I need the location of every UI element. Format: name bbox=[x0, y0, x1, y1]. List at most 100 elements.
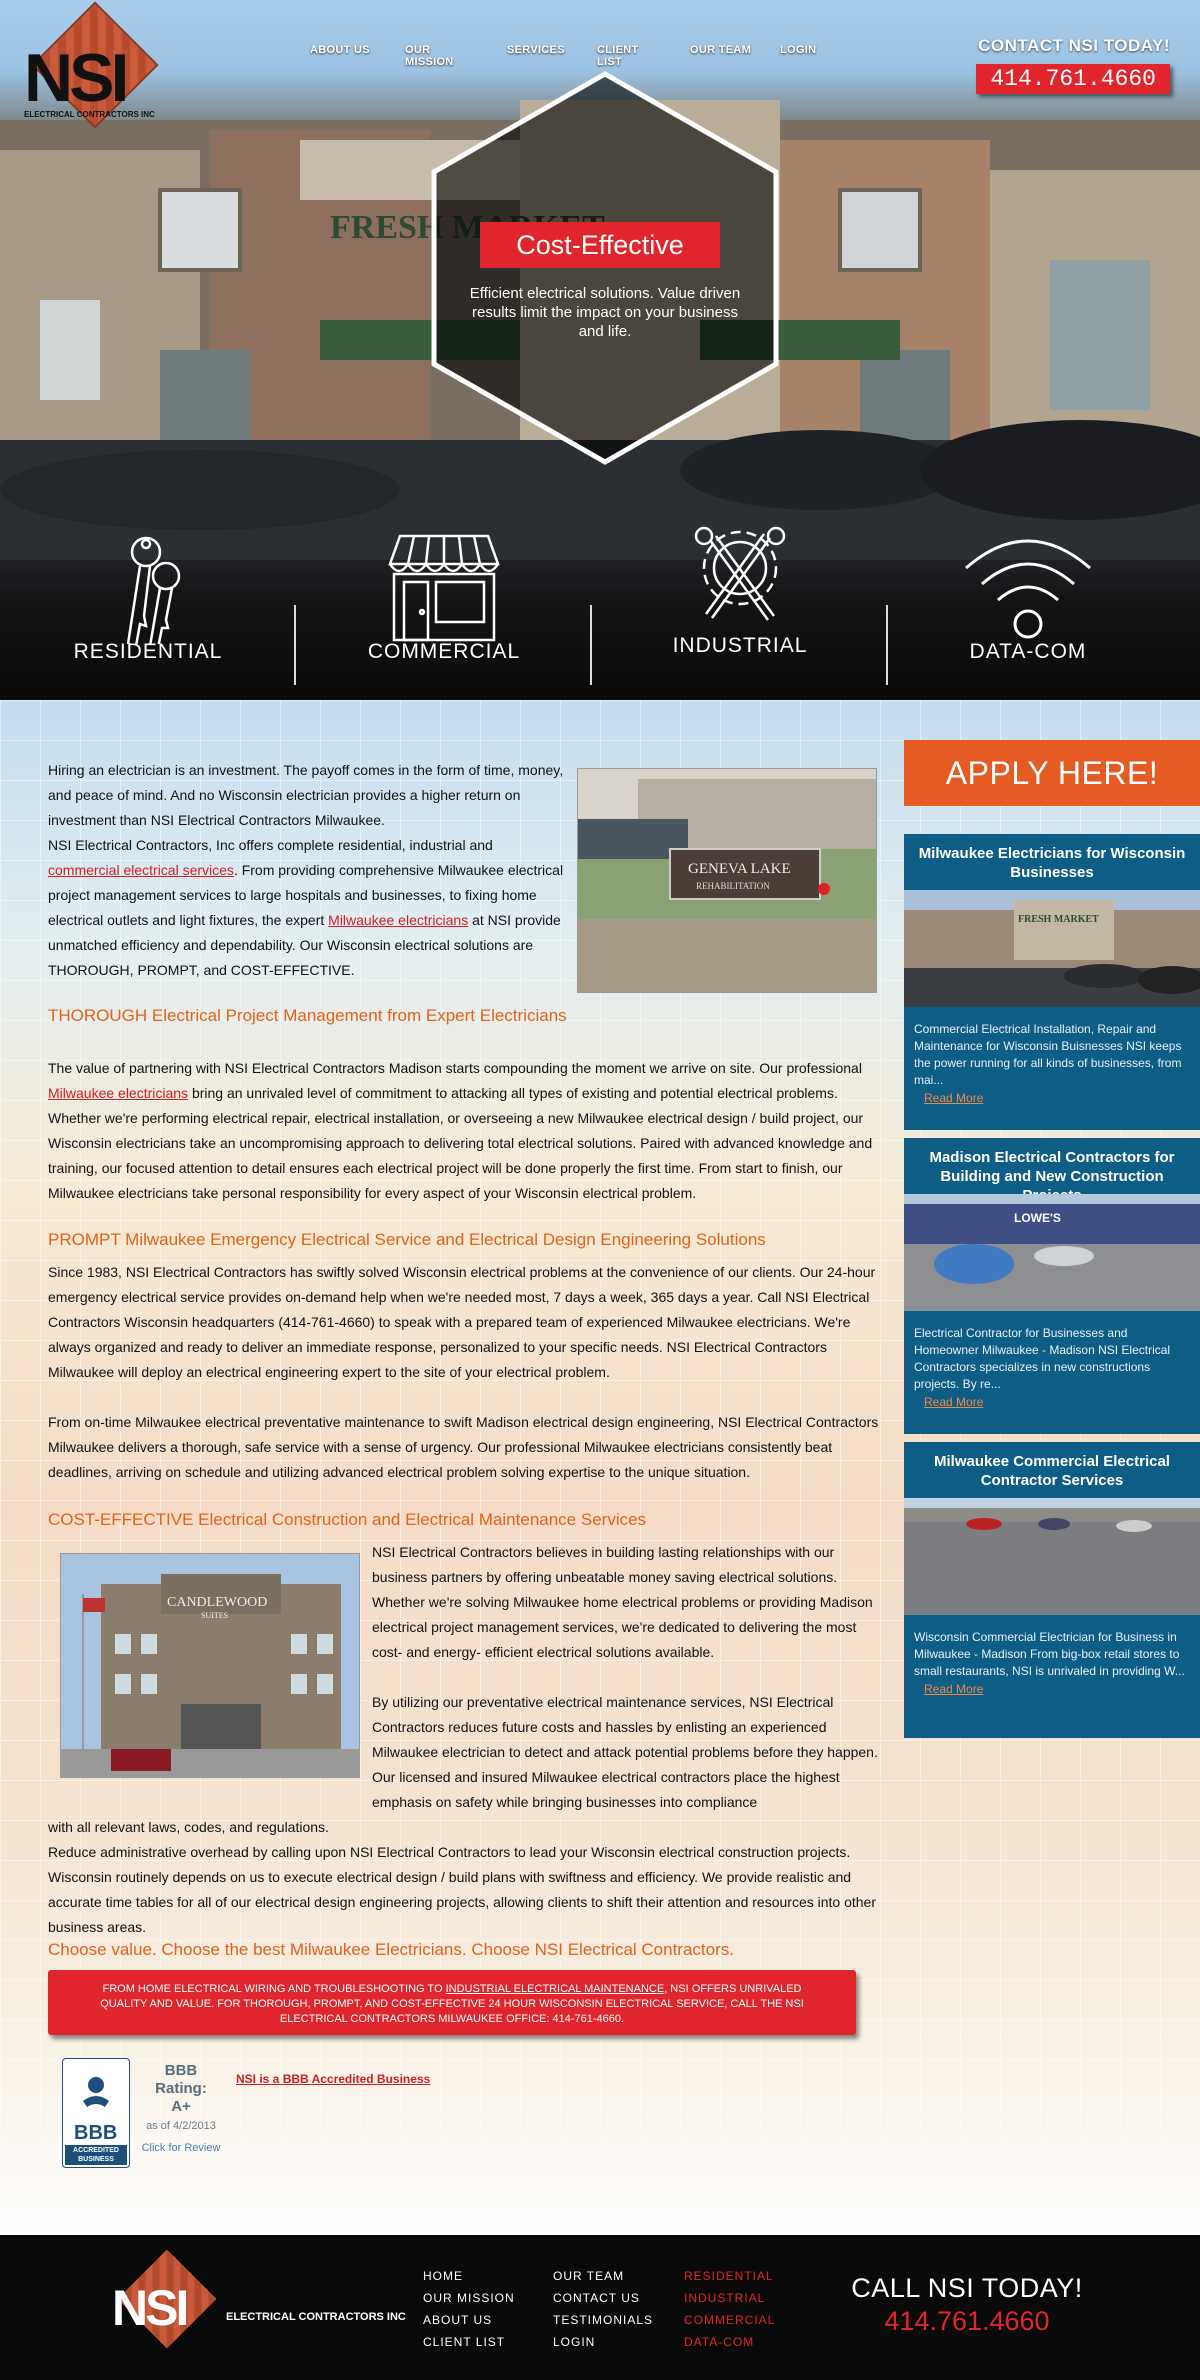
svg-text:LOWE'S: LOWE'S bbox=[1014, 1211, 1061, 1225]
card-description: Electrical Contractor for Businesses and… bbox=[914, 1326, 1171, 1391]
svg-text:BBB: BBB bbox=[74, 2122, 117, 2144]
card-title: Madison Electrical Contractors for Build… bbox=[929, 1149, 1175, 1204]
bbb-review-link[interactable]: Click for Review bbox=[136, 2142, 226, 2154]
sidebar-card-3[interactable]: Milwaukee Commercial Electrical Contract… bbox=[904, 1442, 1200, 1738]
service-label: RESIDENTIAL bbox=[73, 640, 223, 663]
read-more-link[interactable]: Read More bbox=[924, 1682, 1200, 1696]
footer-link-commercial[interactable]: COMMERCIAL bbox=[684, 2309, 775, 2331]
nav-login[interactable]: LOGIN bbox=[766, 44, 830, 68]
svg-text:FRESH MARKET: FRESH MARKET bbox=[1018, 914, 1099, 925]
service-categories: RESIDENTIAL COMMERCIAL INDUSTRIAL DATA-C… bbox=[0, 510, 1200, 700]
maintenance-paragraph: From on-time Milwaukee electrical preven… bbox=[48, 1414, 879, 1480]
card-title: Milwaukee Electricians for Wisconsin Bus… bbox=[918, 845, 1186, 881]
bbb-seal[interactable]: BBB ACCREDITED BUSINESS BBB Rating: A+ as… bbox=[60, 2056, 230, 2172]
footer-logo[interactable]: NSI ELECTRICAL CONTRACTORS INC bbox=[110, 2249, 410, 2359]
hero-text: Efficient electrical solutions. Value dr… bbox=[469, 285, 741, 340]
read-more-link[interactable]: Read More bbox=[924, 1091, 1200, 1105]
card-image: LOWE'S bbox=[904, 1194, 1200, 1311]
footer-nav-column-1: HOME OUR MISSION ABOUT US CLIENT LIST bbox=[423, 2265, 515, 2353]
footer-link-our-team[interactable]: OUR TEAM bbox=[553, 2265, 653, 2287]
nav-about-us[interactable]: ABOUT US bbox=[296, 44, 391, 68]
bbb-date: as of 4/2/2013 bbox=[146, 2120, 216, 2132]
logo-subtitle: ELECTRICAL CONTRACTORS INC bbox=[226, 2311, 406, 2323]
footer-nav-column-3: RESIDENTIAL INDUSTRIAL COMMERCIAL DATA-C… bbox=[684, 2265, 775, 2353]
link-industrial-electrical-maintenance[interactable]: INDUSTRIAL ELECTRICAL MAINTENANCE bbox=[446, 1983, 665, 1995]
card-description: Wisconsin Commercial Electrician for Bus… bbox=[914, 1630, 1185, 1678]
footer-link-client-list[interactable]: CLIENT LIST bbox=[423, 2331, 515, 2353]
heading-choose-value: Choose value. Choose the best Milwaukee … bbox=[48, 1940, 734, 1959]
heading-prompt: PROMPT Milwaukee Emergency Electrical Se… bbox=[48, 1230, 766, 1249]
link-milwaukee-electricians[interactable]: Milwaukee electricians bbox=[328, 912, 468, 928]
nav-our-team[interactable]: OUR TEAM bbox=[676, 44, 766, 68]
relationships-paragraph: NSI Electrical Contractors believes in b… bbox=[372, 1544, 873, 1660]
sidebar-card-2[interactable]: Madison Electrical Contractors for Build… bbox=[904, 1138, 1200, 1434]
service-industrial[interactable]: INDUSTRIAL bbox=[592, 510, 888, 700]
svg-text:REHABILITATION: REHABILITATION bbox=[696, 881, 770, 891]
footer-link-industrial[interactable]: INDUSTRIAL bbox=[684, 2287, 775, 2309]
service-data-com[interactable]: DATA-COM bbox=[880, 510, 1176, 700]
logo-text: NSI bbox=[24, 40, 129, 116]
intro-paragraph: Hiring an electrician is an investment. … bbox=[48, 762, 564, 828]
site-logo[interactable]: NSI ELECTRICAL CONTRACTORS INC bbox=[20, 1, 160, 129]
sidebar-card-1[interactable]: Milwaukee Electricians for Wisconsin Bus… bbox=[904, 834, 1200, 1130]
prompt-paragraph: Since 1983, NSI Electrical Contractors h… bbox=[48, 1264, 876, 1380]
footer-link-contact-us[interactable]: CONTACT US bbox=[553, 2287, 653, 2309]
footer-link-home[interactable]: HOME bbox=[423, 2265, 515, 2287]
bbb-rating: BBB Rating: A+ bbox=[155, 2062, 207, 2115]
svg-text:GENEVA LAKE: GENEVA LAKE bbox=[688, 861, 791, 877]
service-label: COMMERCIAL bbox=[367, 640, 521, 663]
header-contact: CONTACT NSI TODAY! 414.761.4660 bbox=[976, 36, 1170, 94]
preventative-paragraph: By utilizing our preventative electrical… bbox=[372, 1694, 878, 1810]
cta-banner: FROM HOME ELECTRICAL WIRING AND TROUBLES… bbox=[48, 1970, 856, 2035]
geneva-lake-photo: GENEVA LAKE REHABILITATION bbox=[577, 768, 877, 993]
storefront-icon bbox=[388, 534, 500, 642]
service-residential[interactable]: RESIDENTIAL bbox=[0, 510, 296, 700]
footer-link-residential[interactable]: RESIDENTIAL bbox=[684, 2265, 775, 2287]
service-label: INDUSTRIAL bbox=[672, 634, 808, 657]
svg-text:CANDLEWOOD: CANDLEWOOD bbox=[167, 1595, 267, 1610]
link-milwaukee-electricians-2[interactable]: Milwaukee electricians bbox=[48, 1085, 188, 1101]
hero-title: Cost-Effective bbox=[480, 222, 720, 268]
nav-our-mission[interactable]: OUR MISSION bbox=[391, 44, 493, 68]
bbb-accredited-link[interactable]: NSI is a BBB Accredited Business bbox=[236, 2072, 430, 2086]
main-content: Hiring an electrician is an investment. … bbox=[0, 700, 1200, 2235]
footer-link-testimonials[interactable]: TESTIMONIALS bbox=[553, 2309, 653, 2331]
service-label: DATA-COM bbox=[969, 640, 1087, 663]
footer-call-phone[interactable]: 414.761.4660 bbox=[847, 2306, 1087, 2337]
footer-link-login[interactable]: LOGIN bbox=[553, 2331, 653, 2353]
card-title: Milwaukee Commercial Electrical Contract… bbox=[934, 1453, 1170, 1489]
card-description: Commercial Electrical Installation, Repa… bbox=[914, 1022, 1182, 1087]
footer-call: CALL NSI TODAY! 414.761.4660 bbox=[847, 2273, 1087, 2337]
site-footer: NSI ELECTRICAL CONTRACTORS INC HOME OUR … bbox=[0, 2235, 1200, 2380]
footer-call-label: CALL NSI TODAY! bbox=[851, 2273, 1083, 2303]
footer-link-our-mission[interactable]: OUR MISSION bbox=[423, 2287, 515, 2309]
keys-icon bbox=[126, 536, 181, 644]
contact-phone[interactable]: 414.761.4660 bbox=[976, 64, 1170, 94]
nav-client-list[interactable]: CLIENT LIST bbox=[583, 44, 676, 68]
candlewood-photo: CANDLEWOOD SUITES bbox=[60, 1553, 360, 1778]
bbb-logo: BBB ACCREDITED BUSINESS bbox=[62, 2058, 130, 2168]
compliance-line: with all relevant laws, codes, and regul… bbox=[48, 1819, 329, 1835]
card-image bbox=[904, 1498, 1200, 1615]
thorough-paragraph: The value of partnering with NSI Electri… bbox=[48, 1060, 873, 1201]
overhead-paragraph: Reduce administrative overhead by callin… bbox=[48, 1844, 877, 1935]
footer-link-about-us[interactable]: ABOUT US bbox=[423, 2309, 515, 2331]
link-commercial-electrical-services[interactable]: commercial electrical services bbox=[48, 862, 234, 878]
heading-cost-effective: COST-EFFECTIVE Electrical Construction a… bbox=[48, 1510, 647, 1529]
read-more-link[interactable]: Read More bbox=[924, 1395, 1200, 1409]
wifi-icon bbox=[965, 539, 1091, 639]
heading-thorough: THOROUGH Electrical Project Management f… bbox=[48, 1006, 567, 1025]
footer-nav-column-2: OUR TEAM CONTACT US TESTIMONIALS LOGIN bbox=[553, 2265, 653, 2353]
nav-services[interactable]: SERVICES bbox=[493, 44, 583, 68]
card-image: FRESH MARKET bbox=[904, 890, 1200, 1007]
top-navigation: ABOUT US OUR MISSION SERVICES CLIENT LIS… bbox=[296, 44, 830, 68]
logo-subtitle: ELECTRICAL CONTRACTORS INC bbox=[24, 110, 155, 119]
service-commercial[interactable]: COMMERCIAL bbox=[296, 510, 592, 700]
contact-label: CONTACT NSI TODAY! bbox=[978, 36, 1170, 55]
apply-here-button[interactable]: APPLY HERE! bbox=[904, 740, 1200, 806]
footer-link-data-com[interactable]: DATA-COM bbox=[684, 2331, 775, 2353]
hexagon-shape bbox=[431, 71, 779, 465]
svg-text:SUITES: SUITES bbox=[201, 1611, 228, 1620]
services-paragraph: NSI Electrical Contractors, Inc offers c… bbox=[48, 837, 564, 978]
gear-tools-icon bbox=[694, 526, 786, 621]
